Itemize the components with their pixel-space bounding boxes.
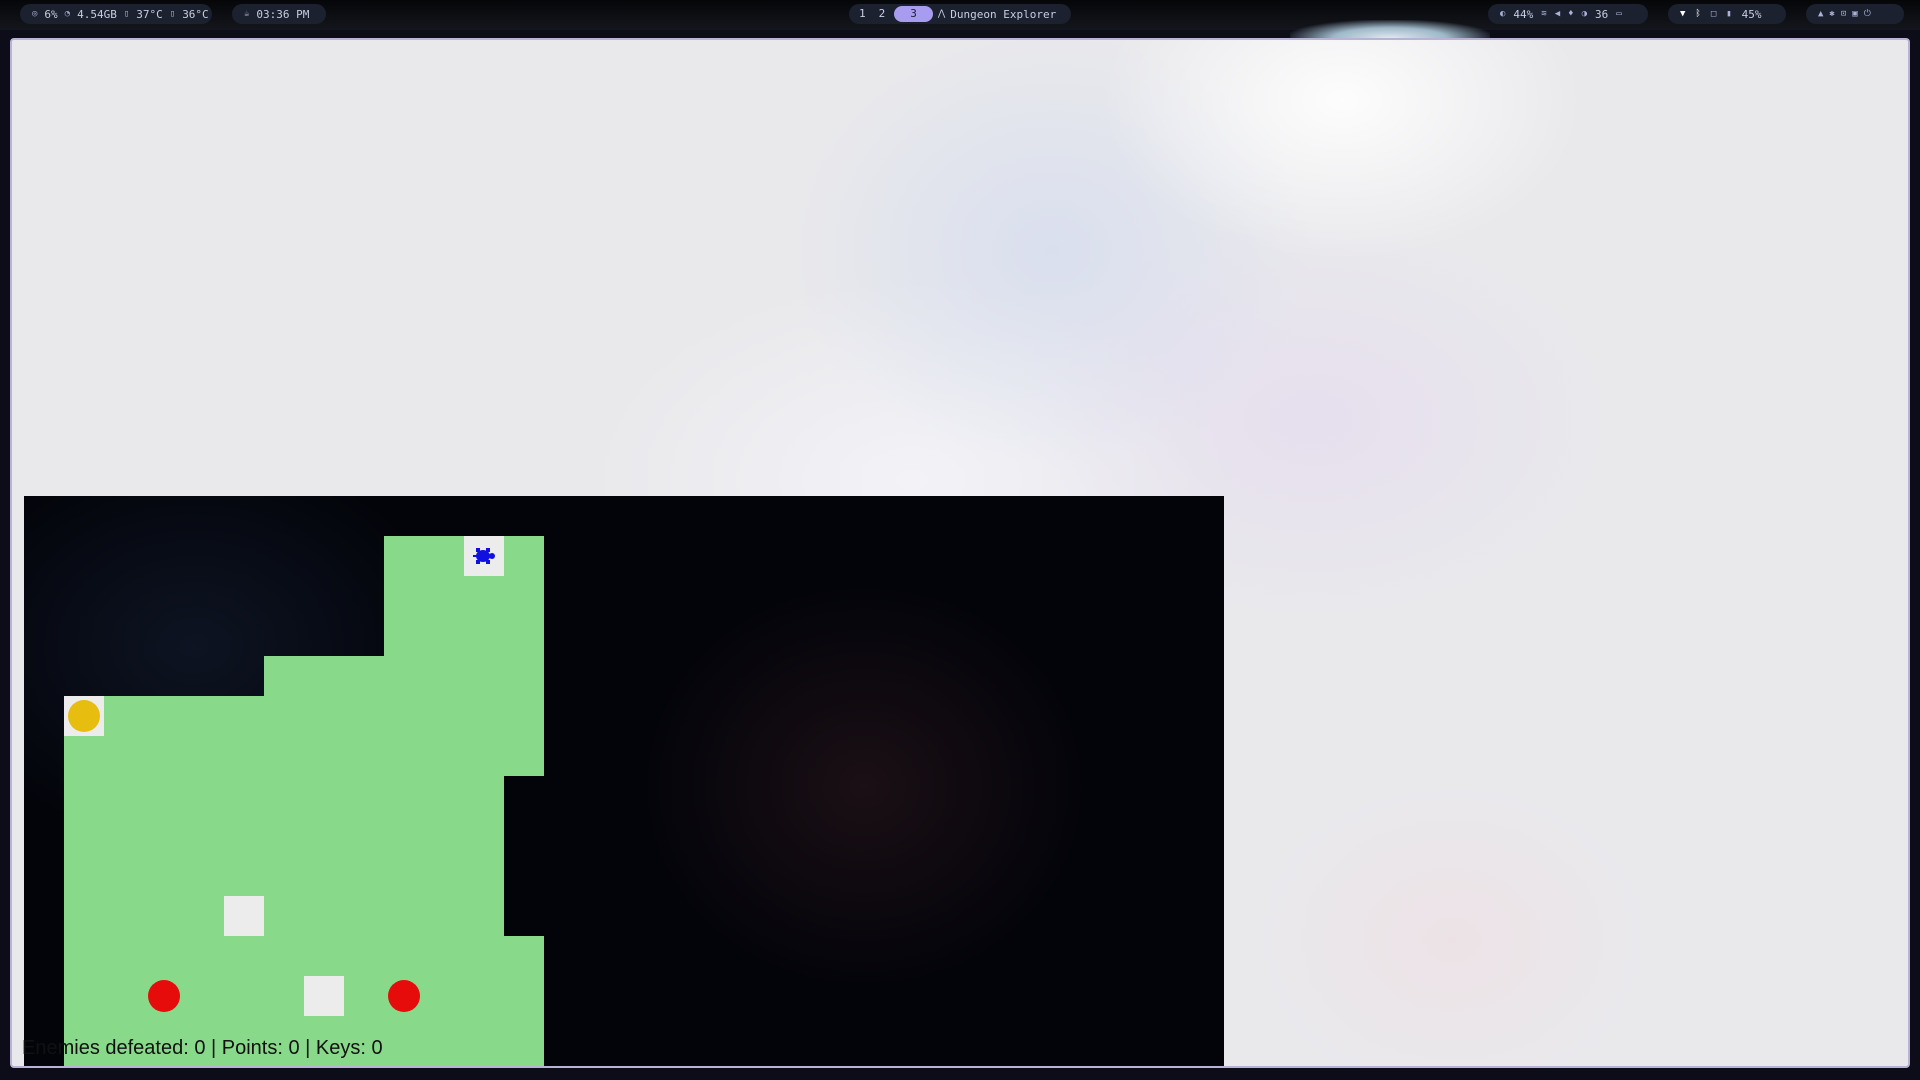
cpu-usage: 6% — [44, 7, 58, 21]
enemy-icon — [148, 980, 180, 1012]
game-canvas[interactable] — [24, 496, 1224, 1066]
system-monitor[interactable]: ◎ 6% ◔ 4.54GB ▯ 37°C ▯ 36°C — [20, 4, 212, 24]
clock-icon: ☕ — [244, 9, 250, 19]
key-tile — [304, 976, 344, 1016]
brightness-icon[interactable]: ◐ — [1500, 9, 1505, 19]
quick-settings[interactable]: ◐ 44% ≋ ◀ ♦ ◑ 36 ▭ — [1488, 4, 1648, 24]
windows-icon[interactable]: ▣ — [1852, 9, 1857, 19]
floor-tile — [64, 776, 504, 936]
floor-tile — [64, 696, 544, 776]
volume-level: 36 — [1594, 7, 1609, 21]
thermometer-icon: ▯ — [169, 9, 176, 19]
wifi-icon[interactable]: ≋ — [1541, 9, 1546, 19]
screenshot-icon[interactable]: ⊡ — [1841, 9, 1846, 19]
cpu-icon: ◎ — [32, 9, 38, 19]
temperature-2: 36°C — [182, 7, 209, 21]
power-icon[interactable]: ⏻ — [1864, 9, 1871, 19]
workspace-2[interactable]: 2 — [875, 6, 890, 22]
power-menu: ▲ ✱ ⊡ ▣ ⏻ — [1806, 4, 1904, 24]
key-tile — [224, 896, 264, 936]
thermometer-icon: ▯ — [123, 9, 130, 19]
enemy-icon — [388, 980, 420, 1012]
bluetooth-icon[interactable]: ᛒ — [1695, 9, 1700, 19]
workspace-1[interactable]: 1 — [855, 6, 870, 22]
clock-widget[interactable]: ☕ 03:36 PM — [232, 4, 326, 24]
memory-usage: 4.54GB — [77, 7, 117, 21]
battery-icon: ▮ — [1726, 9, 1732, 19]
battery-level: 45% — [1741, 7, 1762, 21]
wifi-icon[interactable]: ▼ — [1680, 9, 1685, 19]
memory-icon: ◔ — [64, 9, 71, 19]
connectivity-widget[interactable]: ▼ ᛒ □ ▮ 45% — [1668, 4, 1786, 24]
top-status-bar: ◎ 6% ◔ 4.54GB ▯ 37°C ▯ 36°C ☕ 03:36 PM 1… — [0, 0, 1920, 38]
player-turtle-icon — [473, 548, 495, 564]
temperature-1: 37°C — [136, 7, 163, 21]
floor-tile — [264, 656, 544, 696]
game-hud-stats: Enemies defeated: 0 | Points: 0 | Keys: … — [22, 1037, 383, 1059]
wallpaper-highlight — [1290, 20, 1490, 38]
coin-icon — [68, 700, 100, 732]
settings-icon[interactable]: ✱ — [1829, 9, 1834, 19]
keyboard-icon[interactable]: ▭ — [1616, 9, 1621, 19]
moon-icon[interactable]: ◑ — [1582, 9, 1587, 19]
mic-icon[interactable]: ♦ — [1568, 9, 1573, 19]
workspace-3[interactable]: 3 — [894, 6, 933, 22]
lock-icon[interactable]: ▲ — [1818, 9, 1823, 19]
app-launcher-icon: ⋀ — [937, 9, 946, 19]
brightness-level: 44% — [1513, 7, 1534, 21]
volume-icon[interactable]: ◀ — [1555, 9, 1560, 19]
active-window-title: Dungeon Explorer — [950, 7, 1057, 21]
clock-time: 03:36 PM — [256, 7, 310, 21]
screen-icon[interactable]: □ — [1711, 9, 1716, 19]
workspace-switcher: 1 2 3 ⋀ Dungeon Explorer — [849, 4, 1071, 24]
